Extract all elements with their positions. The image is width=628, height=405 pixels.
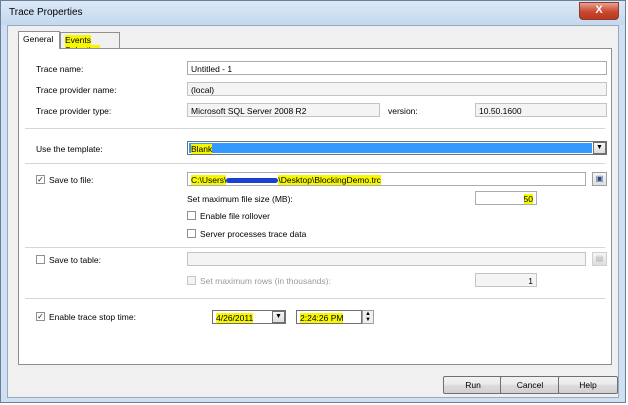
- max-rows-checkbox: [187, 276, 196, 285]
- tab-general[interactable]: General: [18, 31, 60, 49]
- general-panel: Trace name: Untitled - 1 Trace provider …: [18, 48, 612, 365]
- max-file-size-label: Set maximum file size (MB):: [187, 194, 293, 204]
- window-title: Trace Properties: [9, 7, 83, 18]
- stop-time-input[interactable]: 2:24:26 PM: [296, 310, 362, 324]
- spin-down-icon[interactable]: ▼: [363, 317, 373, 323]
- close-icon: X: [595, 4, 603, 16]
- provider-name-value: (local): [187, 82, 607, 96]
- tab-events-selection[interactable]: Events Selection: [60, 32, 120, 55]
- separator: [25, 298, 605, 299]
- calendar-dropdown-icon[interactable]: ▼: [272, 311, 285, 323]
- stop-time-label: Enable trace stop time:: [49, 312, 136, 322]
- file-path-input[interactable]: C:\Users\ \Desktop\BlockingDemo.trc: [187, 172, 586, 186]
- max-rows-value: 1: [475, 273, 537, 287]
- template-select[interactable]: Blank ▼: [187, 141, 607, 155]
- redacted-username: [226, 178, 279, 184]
- file-rollover-checkbox[interactable]: [187, 211, 196, 220]
- version-label: version:: [388, 106, 418, 116]
- trace-name-label: Trace name:: [36, 64, 84, 74]
- stop-time-value: 2:24:26 PM: [300, 313, 344, 323]
- provider-name-label: Trace provider name:: [36, 85, 117, 95]
- stop-date-picker[interactable]: 4/26/2011 ▼: [212, 310, 286, 324]
- save-to-file-checkbox[interactable]: ✓: [36, 175, 45, 184]
- time-spin-icon[interactable]: ▲ ▼: [362, 310, 374, 324]
- stop-time-checkbox[interactable]: ✓: [36, 312, 45, 321]
- close-button[interactable]: X: [579, 2, 619, 20]
- template-selection-highlight: [189, 143, 592, 153]
- server-processes-label: Server processes trace data: [200, 229, 307, 239]
- trace-name-input[interactable]: Untitled - 1: [187, 61, 607, 75]
- version-value: 10.50.1600: [475, 103, 607, 117]
- file-path-start: C:\Users\: [191, 175, 227, 185]
- browse-table-icon: ▤: [592, 252, 607, 266]
- separator: [25, 247, 605, 248]
- max-rows-label: Set maximum rows (in thousands):: [200, 276, 331, 286]
- dialog-client: General Events Selection Trace name: Unt…: [7, 25, 619, 398]
- template-value: Blank: [191, 144, 213, 154]
- separator: [25, 163, 605, 164]
- stop-date-value: 4/26/2011: [216, 313, 254, 323]
- help-button[interactable]: Help: [558, 376, 618, 394]
- max-file-size-value: 50: [523, 194, 533, 204]
- provider-type-value: Microsoft SQL Server 2008 R2: [187, 103, 380, 117]
- save-to-table-label: Save to table:: [49, 255, 101, 265]
- run-button[interactable]: Run: [443, 376, 503, 394]
- file-rollover-label: Enable file rollover: [200, 211, 270, 221]
- template-label: Use the template:: [36, 144, 103, 154]
- save-to-file-label: Save to file:: [49, 175, 94, 185]
- provider-type-label: Trace provider type:: [36, 106, 112, 116]
- server-processes-checkbox[interactable]: [187, 229, 196, 238]
- max-file-size-input[interactable]: 50: [475, 191, 537, 205]
- save-to-table-checkbox[interactable]: [36, 255, 45, 264]
- file-path-rest: \Desktop\BlockingDemo.trc: [278, 175, 381, 185]
- cancel-button[interactable]: Cancel: [500, 376, 560, 394]
- browse-file-icon[interactable]: ▣: [592, 172, 607, 186]
- title-bar: Trace Properties X: [1, 1, 625, 25]
- table-destination-input: [187, 252, 586, 266]
- separator: [25, 128, 605, 129]
- chevron-down-icon[interactable]: ▼: [593, 142, 606, 154]
- tab-general-label: General: [23, 34, 54, 44]
- trace-properties-window: Trace Properties X General Events Select…: [0, 0, 626, 403]
